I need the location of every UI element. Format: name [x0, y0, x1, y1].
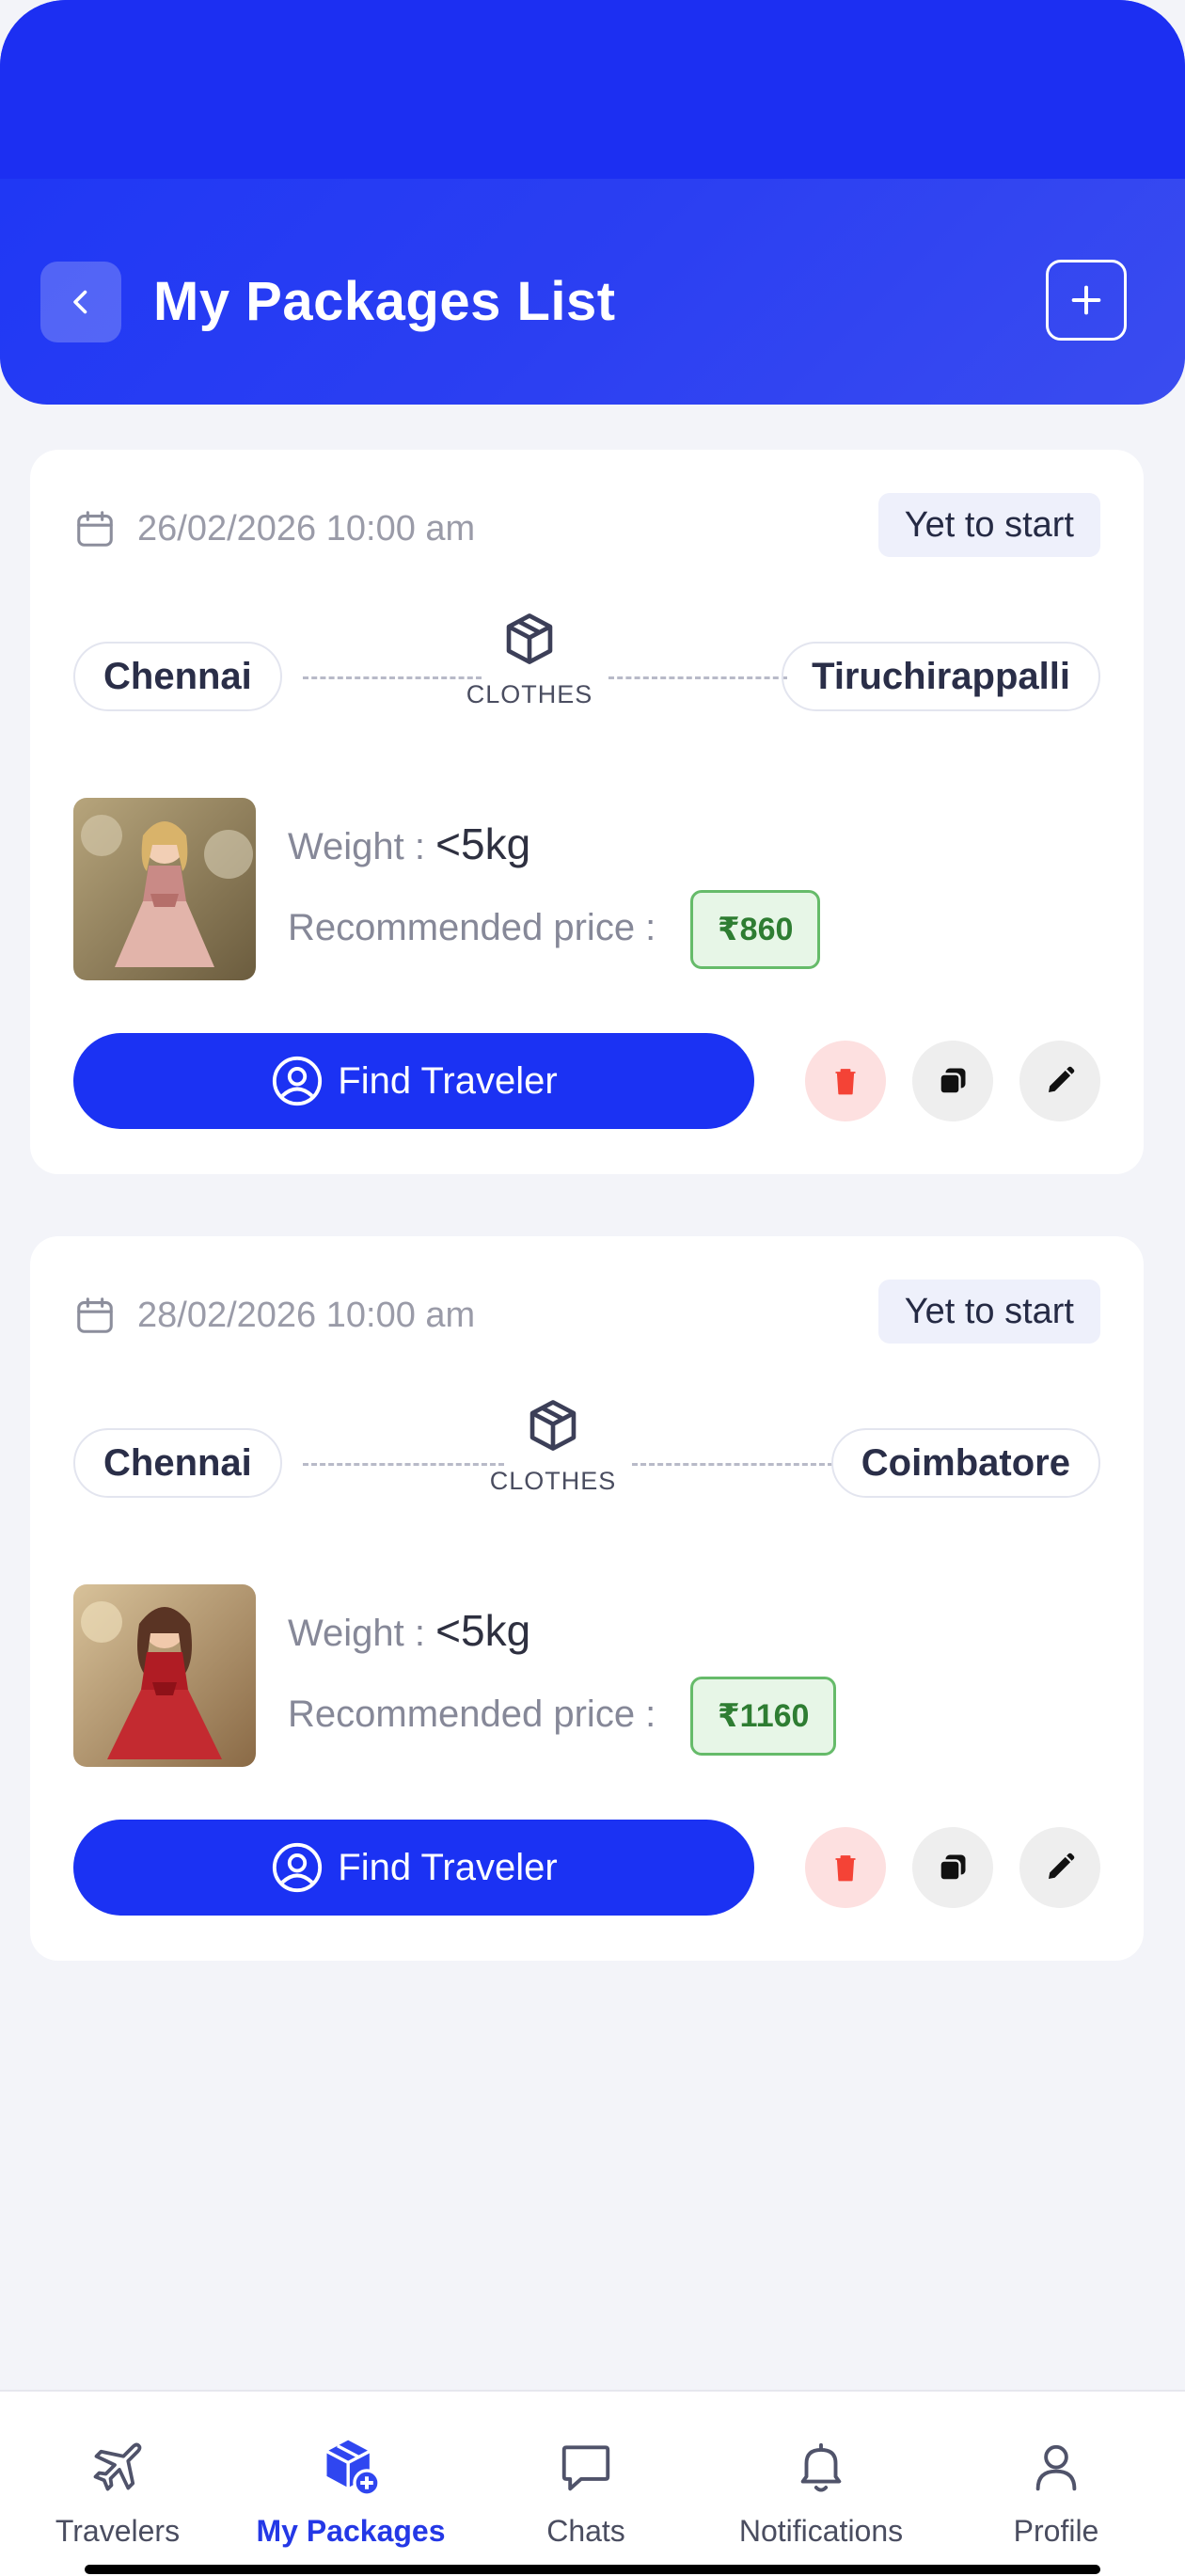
package-add-icon — [325, 2440, 381, 2497]
date-row: 26/02/2026 10:00 am — [73, 501, 475, 557]
calendar-icon — [77, 1297, 113, 1333]
nav-label: Notifications — [738, 2514, 904, 2548]
trash-icon — [835, 1855, 856, 1882]
package-image — [73, 1584, 256, 1767]
price-badge: ₹1160 — [690, 1677, 837, 1756]
weight-info: Weight : <5kg — [288, 1606, 531, 1655]
nav-item-my-packages[interactable]: My Packages — [233, 2392, 468, 2576]
status-badge: Yet to start — [877, 493, 1100, 557]
nav-label: My Packages — [256, 2514, 446, 2548]
nav-item-notifications[interactable]: Notifications — [703, 2392, 939, 2576]
status-badge: Yet to start — [877, 1280, 1100, 1344]
duplicate-button[interactable] — [912, 1827, 993, 1908]
bottom-nav: Travelers My Packages Chats Notification… — [0, 2390, 1185, 2576]
package-date: 28/02/2026 10:00 am — [137, 1295, 476, 1335]
user-circle-icon — [273, 1056, 323, 1106]
chevron-left-icon — [73, 290, 87, 314]
add-package-button[interactable] — [1046, 260, 1127, 341]
airplane-icon — [93, 2442, 142, 2491]
package-category: CLOTHES — [478, 1396, 628, 1496]
person-icon — [1035, 2444, 1077, 2491]
route-line — [608, 676, 787, 679]
edit-button[interactable] — [1019, 1041, 1100, 1121]
pencil-icon — [1049, 1852, 1075, 1879]
plus-icon — [1071, 285, 1101, 315]
app-header: My Packages List — [0, 0, 1185, 405]
bell-icon — [800, 2442, 842, 2492]
delete-button[interactable] — [805, 1827, 886, 1908]
nav-item-chats[interactable]: Chats — [468, 2392, 703, 2576]
package-card: 26/02/2026 10:00 am Yet to start Chennai… — [30, 450, 1144, 1174]
home-indicator — [85, 2565, 1100, 2574]
package-category: CLOTHES — [454, 610, 605, 709]
weight-info: Weight : <5kg — [288, 819, 531, 868]
package-card: 28/02/2026 10:00 am Yet to start Chennai… — [30, 1236, 1144, 1961]
page-title: My Packages List — [153, 271, 616, 332]
date-row: 28/02/2026 10:00 am — [73, 1287, 475, 1344]
delete-button[interactable] — [805, 1041, 886, 1121]
box-icon — [529, 1400, 577, 1451]
find-traveler-label: Find Traveler — [338, 1846, 558, 1888]
nav-item-travelers[interactable]: Travelers — [0, 2392, 235, 2576]
duplicate-button[interactable] — [912, 1041, 993, 1121]
weight-value: <5kg — [435, 819, 531, 868]
find-traveler-label: Find Traveler — [338, 1059, 558, 1102]
copy-icon — [939, 1068, 966, 1095]
nav-label: Profile — [1013, 2514, 1099, 2548]
destination-city: Tiruchirappalli — [782, 642, 1100, 711]
nav-item-profile[interactable]: Profile — [939, 2392, 1174, 2576]
nav-label: Travelers — [55, 2514, 181, 2548]
back-button[interactable] — [40, 262, 121, 342]
chat-bubble-icon — [561, 2445, 610, 2491]
category-label: CLOTHES — [489, 1467, 617, 1495]
find-traveler-button[interactable]: Find Traveler — [73, 1033, 754, 1129]
nav-label: Chats — [546, 2514, 625, 2548]
edit-button[interactable] — [1019, 1827, 1100, 1908]
origin-city: Chennai — [73, 1428, 282, 1498]
destination-city: Coimbatore — [830, 1428, 1100, 1498]
price-label: Recommended price : — [288, 1693, 656, 1735]
price-label: Recommended price : — [288, 907, 656, 948]
package-date: 26/02/2026 10:00 am — [137, 508, 476, 549]
route-line — [632, 1463, 833, 1466]
price-badge: ₹860 — [690, 890, 821, 969]
weight-value: <5kg — [435, 1606, 531, 1655]
copy-icon — [939, 1854, 966, 1882]
user-circle-icon — [273, 1842, 323, 1893]
calendar-icon — [77, 511, 113, 547]
status-bar-area — [0, 0, 1185, 179]
find-traveler-button[interactable]: Find Traveler — [73, 1820, 754, 1916]
route-line — [303, 1463, 504, 1466]
origin-city: Chennai — [73, 642, 282, 711]
package-image — [73, 798, 256, 980]
pencil-icon — [1049, 1066, 1075, 1092]
box-icon — [506, 613, 553, 664]
trash-icon — [835, 1069, 856, 1095]
category-label: CLOTHES — [466, 680, 593, 708]
